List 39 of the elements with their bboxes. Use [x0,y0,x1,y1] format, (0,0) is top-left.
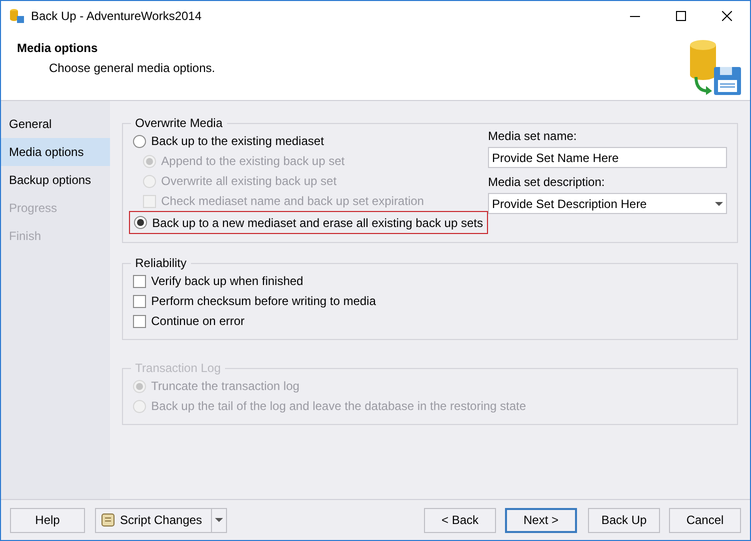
checkbox-label: Continue on error [151,313,245,330]
caret-icon [215,518,223,522]
page-title: Media options [17,40,99,57]
page-subtitle: Choose general media options. [48,60,216,77]
field-label: Media set name: [488,128,578,145]
sidebar-item[interactable]: Media options [1,138,110,166]
script-button[interactable]: Script Changes [95,508,227,532]
checkbox-label: Perform checksum before writing to media [151,293,376,310]
group-title: Reliability [134,257,188,269]
checkbox-label: Check mediaset name and back up set expiration [161,193,424,210]
sidebar-item[interactable]: Backup options [1,166,110,194]
checkbox[interactable] [133,274,146,288]
checkbox[interactable] [133,314,146,328]
radio-button[interactable] [133,134,146,148]
dialog-button[interactable]: Cancel [669,508,741,532]
group-title: Overwrite Media [134,117,224,129]
radio-label: Append to the existing back up set [161,153,345,170]
radio-label: Back up to the existing mediaset [151,133,324,150]
window-title: Back Up - AdventureWorks2014 [31,8,203,25]
radio-label: Back up the tail of the log and leave the database in the restoring state [151,398,526,415]
help-button[interactable]: Help [10,508,85,532]
radio-button[interactable] [134,216,148,229]
close-icon [722,11,732,21]
scroll-icon [100,512,116,528]
dialog-button[interactable]: < Back [424,508,496,532]
sidebar-item[interactable]: General [1,110,110,138]
dialog-button[interactable]: Next > [505,508,577,532]
checkbox[interactable] [133,294,146,308]
maximize-icon [676,11,686,21]
app-icon [9,8,25,24]
field-label: Media set description: [488,174,606,191]
dialog-button[interactable]: Back Up [588,508,660,532]
name-field[interactable]: Provide Set Name Here [488,147,727,168]
radio-label: Truncate the transaction log [151,378,300,395]
caret-icon [715,202,723,206]
description-dropdown[interactable]: Provide Set Description Here [488,193,727,214]
radio-label: Overwrite all existing back up set [161,173,337,190]
checkbox-label: Verify back up when finished [151,273,304,290]
radio-label: Back up to a new mediaset and erase all existing back up sets [152,214,483,232]
